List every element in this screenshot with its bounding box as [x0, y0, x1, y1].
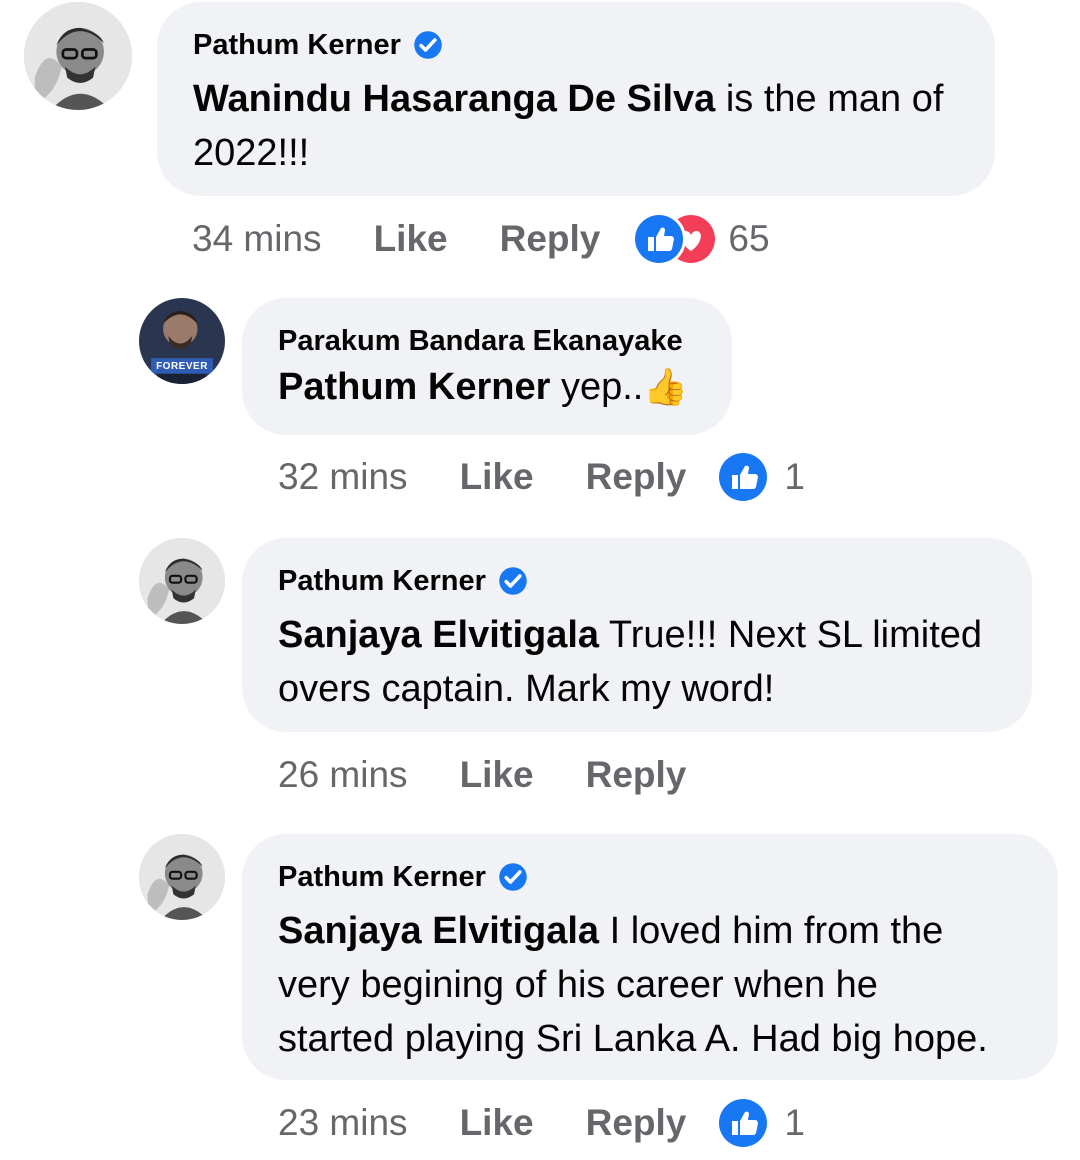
- avatar-badge-text: FOREVER: [156, 361, 208, 372]
- profile-photo: [24, 2, 132, 110]
- comment-actions: 23 mins Like Reply 1: [278, 1096, 805, 1150]
- comment-timestamp[interactable]: 34 mins: [192, 218, 322, 260]
- reply-button[interactable]: Reply: [586, 754, 687, 796]
- comment-author[interactable]: Pathum Kerner: [278, 860, 1022, 894]
- thumbs-up-emoji: 👍: [643, 366, 689, 407]
- mention-link[interactable]: Sanjaya Elvitigala: [278, 910, 599, 952]
- comment-bubble: Pathum Kerner Sanjaya Elvitigala True!!!…: [242, 538, 1032, 732]
- avatar[interactable]: [24, 2, 132, 110]
- reaction-count: 65: [728, 218, 770, 259]
- reply-button[interactable]: Reply: [586, 1102, 687, 1144]
- avatar[interactable]: FOREVER: [139, 298, 225, 384]
- author-name[interactable]: Pathum Kerner: [193, 28, 401, 62]
- like-reaction-icon: [632, 212, 687, 266]
- verified-badge-icon: [498, 566, 528, 596]
- comment-bubble: Pathum Kerner Wanindu Hasaranga De Silva…: [157, 2, 995, 196]
- comment-text-line: overs captain. Mark my word!: [278, 668, 775, 710]
- comment-text-line: yep..: [550, 366, 644, 408]
- comment-actions: 34 mins Like Reply 65: [192, 212, 770, 266]
- mention-link[interactable]: Pathum Kerner: [278, 366, 550, 408]
- avatar[interactable]: [139, 834, 225, 920]
- comment-text: Pathum Kerner yep..👍: [278, 362, 696, 412]
- reply-button[interactable]: Reply: [586, 456, 687, 498]
- comment-timestamp[interactable]: 23 mins: [278, 1102, 408, 1144]
- verified-badge-icon: [498, 862, 528, 892]
- profile-photo: [139, 538, 225, 624]
- comment-text-line: is the man of: [715, 78, 944, 120]
- comment-text: Wanindu Hasaranga De Silva is the man of…: [193, 72, 959, 180]
- author-name[interactable]: Parakum Bandara Ekanayake: [278, 324, 683, 358]
- verified-badge-icon: [413, 30, 443, 60]
- reaction-count: 1: [784, 1102, 805, 1143]
- comment-text-line: I loved him from the: [599, 910, 944, 952]
- comment-text-line: True!!! Next SL limited: [599, 614, 983, 656]
- like-reaction-icon: [716, 1096, 771, 1150]
- mention-link[interactable]: Sanjaya Elvitigala: [278, 614, 599, 656]
- comment-bubble: Parakum Bandara Ekanayake Pathum Kerner …: [242, 298, 732, 435]
- author-name[interactable]: Pathum Kerner: [278, 564, 486, 598]
- comment-actions: 32 mins Like Reply 1: [278, 450, 805, 504]
- comment-timestamp[interactable]: 26 mins: [278, 754, 408, 796]
- reaction-summary[interactable]: 1: [716, 1096, 805, 1150]
- author-name[interactable]: Pathum Kerner: [278, 860, 486, 894]
- profile-photo: [139, 834, 225, 920]
- like-button[interactable]: Like: [374, 218, 448, 260]
- like-button[interactable]: Like: [460, 754, 534, 796]
- like-button[interactable]: Like: [460, 456, 534, 498]
- comment-text: Sanjaya Elvitigala True!!! Next SL limit…: [278, 608, 996, 716]
- reaction-summary[interactable]: 1: [716, 450, 805, 504]
- reaction-count: 1: [784, 456, 805, 497]
- comment-text: Sanjaya Elvitigala I loved him from the …: [278, 904, 1022, 1066]
- reply-button[interactable]: Reply: [500, 218, 601, 260]
- comment-actions: 26 mins Like Reply: [278, 750, 686, 800]
- comment-text-line: started playing Sri Lanka A. Had big hop…: [278, 1018, 988, 1060]
- comment-text-line: 2022!!!: [193, 132, 310, 174]
- reaction-summary[interactable]: 65: [632, 212, 770, 266]
- comment-author[interactable]: Pathum Kerner: [278, 564, 996, 598]
- like-reaction-icon: [716, 450, 771, 504]
- like-button[interactable]: Like: [460, 1102, 534, 1144]
- comment-text-line: very begining of his career when he: [278, 964, 878, 1006]
- avatar[interactable]: [139, 538, 225, 624]
- mention-link[interactable]: Wanindu Hasaranga De Silva: [193, 78, 715, 120]
- comment-bubble: Pathum Kerner Sanjaya Elvitigala I loved…: [242, 834, 1058, 1080]
- comment-author[interactable]: Parakum Bandara Ekanayake: [278, 324, 696, 358]
- comment-timestamp[interactable]: 32 mins: [278, 456, 408, 498]
- comment-author[interactable]: Pathum Kerner: [193, 28, 959, 62]
